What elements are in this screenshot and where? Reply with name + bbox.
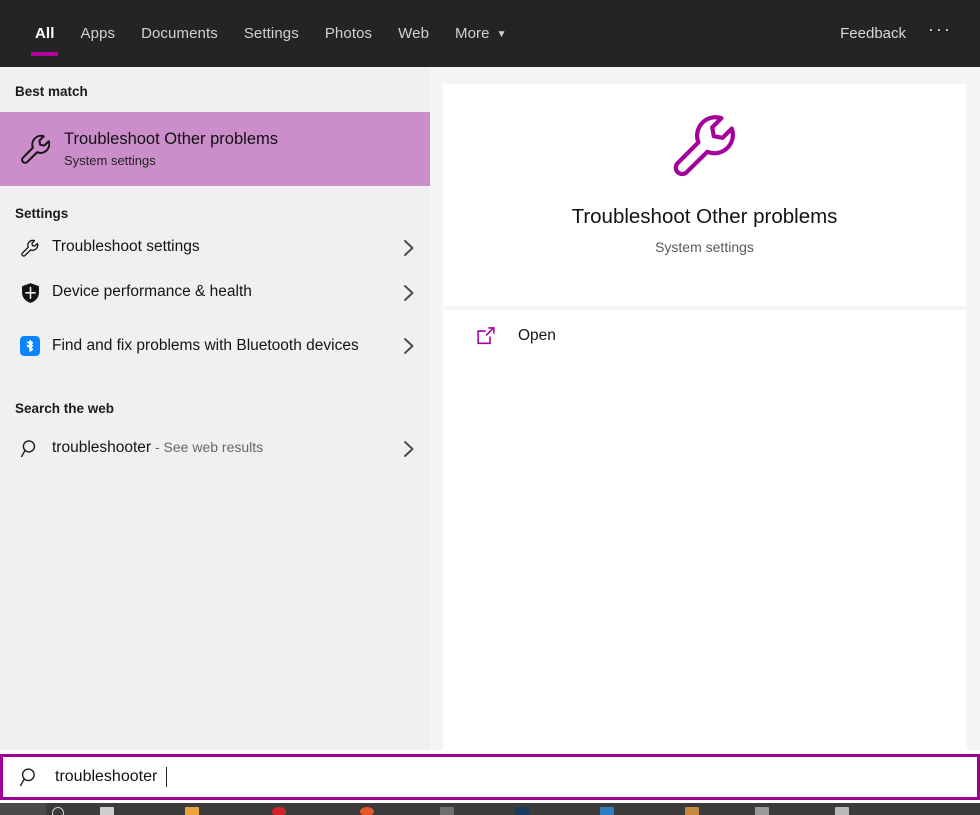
open-button[interactable]: Open — [443, 310, 966, 362]
result-item-find-fix-bluetooth[interactable]: Find and fix problems with Bluetooth dev… — [0, 315, 430, 377]
result-item-label: Device performance & health — [46, 282, 398, 303]
best-match-title: Troubleshoot Other problems — [64, 129, 278, 150]
tab-apps[interactable]: Apps — [67, 0, 128, 67]
tab-apps-label: Apps — [80, 26, 115, 41]
tab-settings-label: Settings — [244, 26, 299, 41]
start-button[interactable] — [0, 803, 46, 815]
web-query-text: troubleshooter — [52, 439, 151, 456]
preview-hero-card: Troubleshoot Other problems System setti… — [443, 84, 966, 306]
tab-web-label: Web — [398, 26, 429, 41]
store-icon[interactable] — [515, 807, 529, 815]
group-header-search-the-web: Search the web — [0, 396, 430, 420]
tab-more-label: More — [455, 26, 490, 41]
open-button-label: Open — [499, 327, 556, 345]
wrench-icon — [663, 103, 747, 187]
search-results-list: Best match Troubleshoot Other problems S… — [0, 67, 430, 750]
preview-subtitle: System settings — [655, 239, 754, 255]
windows-taskbar — [0, 803, 980, 815]
tab-documents[interactable]: Documents — [128, 0, 231, 67]
firefox-icon[interactable] — [360, 807, 374, 815]
group-header-settings: Settings — [0, 201, 430, 225]
task-view-icon[interactable] — [100, 807, 114, 815]
window-icon[interactable] — [835, 807, 849, 815]
chevron-right-icon[interactable] — [398, 284, 420, 302]
windows-search-panel: All Apps Documents Settings Photos Web — [0, 0, 980, 815]
preview-title: Troubleshoot Other problems — [572, 205, 838, 230]
tab-more[interactable]: More ▼ — [442, 0, 520, 67]
best-match-subtitle: System settings — [64, 153, 278, 169]
group-header-best-match: Best match — [0, 79, 430, 103]
open-external-icon — [473, 325, 499, 347]
column-divider — [430, 67, 443, 750]
search-input[interactable]: troubleshooter — [55, 768, 157, 786]
search-input-value-wrapper[interactable]: troubleshooter — [44, 767, 167, 787]
tab-photos[interactable]: Photos — [312, 0, 385, 67]
bluetooth-icon — [14, 336, 46, 356]
wrench-icon — [14, 127, 58, 171]
chevron-right-icon[interactable] — [398, 440, 420, 458]
phone-icon[interactable] — [755, 807, 769, 815]
chevron-down-icon: ▼ — [497, 30, 507, 40]
text-cursor — [166, 767, 167, 787]
chevron-right-icon[interactable] — [398, 337, 420, 355]
search-icon — [16, 766, 44, 788]
preview-actions-card: Open — [443, 310, 966, 750]
opera-icon[interactable] — [272, 807, 286, 815]
result-item-label: troubleshooter - See web results — [46, 438, 398, 459]
settings-icon[interactable] — [440, 807, 454, 815]
result-best-match-troubleshoot-other-problems[interactable]: Troubleshoot Other problems System setti… — [0, 112, 430, 186]
result-item-web-troubleshooter[interactable]: troubleshooter - See web results — [0, 426, 430, 471]
tab-all[interactable]: All — [22, 0, 67, 67]
search-header-bar: All Apps Documents Settings Photos Web — [0, 0, 980, 67]
mail-icon[interactable] — [600, 807, 614, 815]
result-preview-pane: Troubleshoot Other problems System setti… — [443, 67, 980, 750]
result-item-label: Troubleshoot settings — [46, 237, 398, 258]
result-item-troubleshoot-settings[interactable]: Troubleshoot settings — [0, 225, 430, 270]
chevron-right-icon[interactable] — [398, 239, 420, 257]
tab-all-label: All — [35, 26, 54, 41]
web-query-suffix: - See web results — [151, 439, 263, 455]
search-filter-tabs: All Apps Documents Settings Photos Web — [0, 0, 520, 67]
more-options-icon[interactable]: ··· — [918, 19, 962, 40]
wrench-icon — [14, 237, 46, 259]
result-item-label: Find and fix problems with Bluetooth dev… — [46, 336, 398, 357]
cortana-icon[interactable] — [52, 807, 64, 815]
feedback-button[interactable]: Feedback — [828, 25, 918, 42]
tab-documents-label: Documents — [141, 26, 218, 41]
tab-settings[interactable]: Settings — [231, 0, 312, 67]
tab-web[interactable]: Web — [385, 0, 442, 67]
result-item-device-performance-health[interactable]: Device performance & health — [0, 270, 430, 315]
tab-photos-label: Photos — [325, 26, 372, 41]
taskbar-search-box[interactable]: troubleshooter — [0, 754, 980, 800]
file-explorer-icon[interactable] — [185, 807, 199, 815]
paint-icon[interactable] — [685, 807, 699, 815]
search-body: Best match Troubleshoot Other problems S… — [0, 67, 980, 750]
shield-icon — [14, 282, 46, 304]
search-icon — [14, 438, 46, 459]
